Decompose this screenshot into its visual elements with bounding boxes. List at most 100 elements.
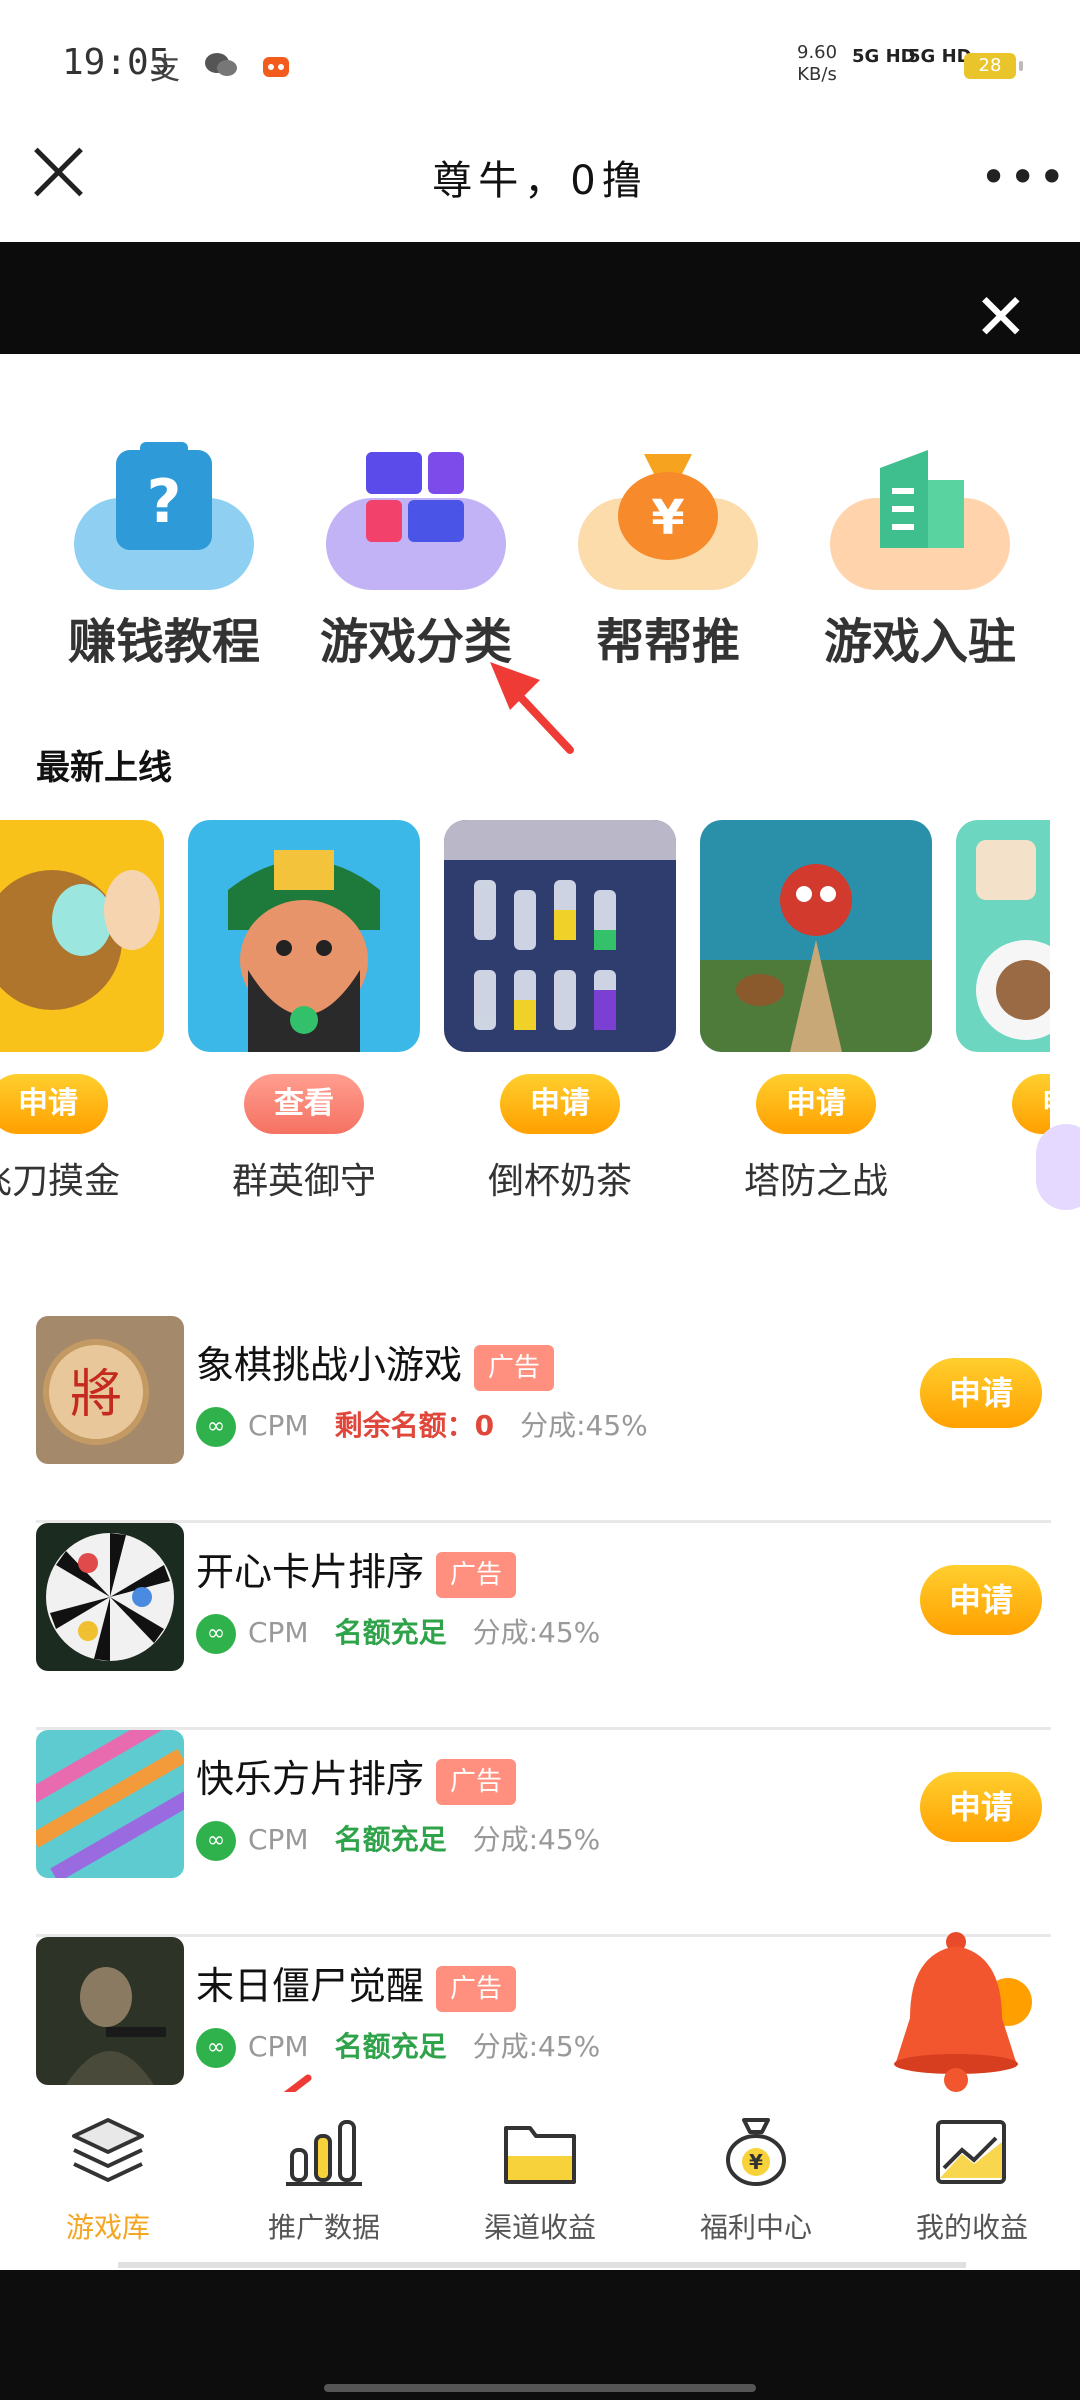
game-thumbnail — [0, 820, 164, 1052]
more-options-icon[interactable]: ••• — [980, 150, 1067, 204]
game-meta: ∞ CPM 剩余名额：0 分成:45% — [196, 1404, 648, 1447]
building-icon — [830, 440, 1010, 590]
money-bag-icon: ¥ — [578, 440, 758, 590]
ad-badge: 广告 — [436, 1758, 517, 1805]
game-thumbnail — [956, 820, 1050, 1052]
game-name: 群英御守 — [231, 1161, 376, 1202]
tab-underline — [118, 2262, 966, 2268]
quick-nav-label: 赚钱教程 — [67, 614, 260, 670]
quota-status: 名额充足 — [334, 1823, 447, 1856]
apply-button[interactable]: 申请 — [0, 1074, 108, 1134]
battery-icon: 28 — [964, 53, 1023, 79]
quick-nav-help-promote[interactable]: ¥ 帮帮推 — [568, 440, 768, 672]
revenue-share: 分成:45% — [520, 1409, 648, 1442]
bell-icon[interactable] — [890, 1928, 1040, 2098]
tab-channel-revenue[interactable]: 渠道收益 — [432, 2116, 648, 2246]
home-indicator[interactable] — [324, 2384, 756, 2392]
view-button[interactable]: 查看 — [244, 1074, 364, 1134]
folder-icon — [500, 2116, 580, 2188]
game-title: 开心卡片排序 广告 — [196, 1541, 517, 1598]
game-meta: ∞ CPM 名额充足 分成:45% — [196, 1611, 600, 1654]
game-title-text: 象棋挑战小游戏 — [196, 1343, 463, 1387]
system-navigation-bar — [0, 2270, 1080, 2400]
game-name: 飞刀摸金 — [0, 1161, 120, 1202]
floating-assistant-button[interactable] — [1036, 1124, 1080, 1210]
wechat-icon — [204, 52, 248, 87]
new-game-card[interactable]: 申请 飞刀摸金 — [0, 820, 164, 1204]
bottom-nav: 游戏库 推广数据 渠道收益 ¥ 福利中心 我的收益 — [0, 2092, 1080, 2270]
annotation-arrow-icon — [490, 662, 574, 754]
link-icon: ∞ — [196, 1614, 236, 1654]
bar-chart-icon — [284, 2116, 364, 2188]
quick-nav-tutorial[interactable]: ? 赚钱教程 — [64, 440, 264, 672]
tab-game-library[interactable]: 游戏库 — [0, 2116, 216, 2246]
game-title: 末日僵尸觉醒 广告 — [196, 1955, 517, 2012]
game-thumbnail — [700, 820, 932, 1052]
tab-label: 我的收益 — [915, 2211, 1028, 2244]
signal-1: 5G HD — [852, 46, 916, 67]
cpm-label: CPM — [248, 1823, 309, 1856]
game-thumbnail — [36, 1937, 184, 2085]
ad-badge: 广告 — [474, 1344, 555, 1391]
list-item[interactable]: 开心卡片排序 广告 ∞ CPM 名额充足 分成:45% 申请 — [36, 1523, 1051, 1730]
quick-nav-label: 游戏入驻 — [823, 614, 1016, 670]
apply-button[interactable]: 申请 — [1012, 1074, 1050, 1134]
banner-close-icon[interactable]: ✕ — [974, 286, 1028, 350]
apply-button[interactable]: 申请 — [920, 1772, 1042, 1842]
tab-label: 游戏库 — [65, 2211, 150, 2244]
ad-badge: 广告 — [436, 1965, 517, 2012]
net-speed-unit: KB/s — [797, 64, 837, 85]
link-icon: ∞ — [196, 2028, 236, 2068]
link-icon: ∞ — [196, 1407, 236, 1447]
signal-2: 5G HD — [908, 46, 972, 67]
new-game-card[interactable]: 申请 倒杯奶茶 — [444, 820, 676, 1204]
apply-button[interactable]: 申请 — [920, 1565, 1042, 1635]
net-speed: 9.60 KB/s — [797, 42, 837, 86]
quota-status: 剩余名额：0 — [334, 1409, 495, 1442]
section-title-new: 最新上线 — [36, 748, 172, 788]
game-meta: ∞ CPM 名额充足 分成:45% — [196, 1818, 600, 1861]
cpm-label: CPM — [248, 1409, 309, 1442]
list-item[interactable]: 快乐方片排序 广告 ∞ CPM 名额充足 分成:45% 申请 — [36, 1730, 1051, 1937]
revenue-share: 分成:45% — [472, 1823, 601, 1856]
new-games-carousel[interactable]: 申请 飞刀摸金 查看 群英御守 — [0, 820, 1050, 1220]
tab-label: 推广数据 — [267, 2211, 380, 2244]
layers-icon — [68, 2116, 148, 2188]
apply-button[interactable]: 申请 — [500, 1074, 620, 1134]
signal-1-label: 5G HD — [852, 46, 916, 67]
list-item[interactable]: 將 象棋挑战小游戏 广告 ∞ CPM 剩余名额：0 分成:45% 申请 — [36, 1316, 1051, 1523]
app-icon — [261, 52, 291, 87]
apply-button[interactable]: 申请 — [756, 1074, 876, 1134]
game-name: 塔防之战 — [743, 1161, 888, 1202]
cpm-label: CPM — [248, 1616, 309, 1649]
svg-text:¥: ¥ — [749, 2150, 763, 2174]
tab-label: 渠道收益 — [483, 2211, 596, 2244]
money-bag-icon: ¥ — [716, 2116, 796, 2188]
quick-nav-category[interactable]: 游戏分类 — [316, 440, 516, 672]
link-icon: ∞ — [196, 1821, 236, 1861]
game-thumbnail — [188, 820, 420, 1052]
question-box-icon: ? — [74, 440, 254, 590]
tab-my-earnings[interactable]: 我的收益 — [864, 2116, 1080, 2246]
game-title-text: 快乐方片排序 — [196, 1757, 425, 1801]
new-game-card[interactable]: 申请 塔防之战 — [700, 820, 932, 1204]
quota-status: 名额充足 — [334, 2030, 447, 2063]
cpm-label: CPM — [248, 2030, 309, 2063]
svg-text:¥: ¥ — [651, 490, 684, 546]
new-game-card[interactable]: 查看 群英御守 — [188, 820, 420, 1204]
trend-chart-icon — [932, 2116, 1012, 2188]
notification-icons: 支 — [150, 44, 305, 88]
status-bar: 19:05 支 9.60 KB/s 5G HD 5G HD 28 — [0, 0, 1080, 106]
tab-welfare-center[interactable]: ¥ 福利中心 — [648, 2116, 864, 2246]
page-title: 尊牛，0撸 — [432, 158, 648, 204]
game-title: 快乐方片排序 广告 — [196, 1748, 517, 1805]
game-title: 象棋挑战小游戏 广告 — [196, 1334, 555, 1391]
svg-text:將: 將 — [70, 1365, 122, 1425]
apply-button[interactable]: 申请 — [920, 1358, 1042, 1428]
quick-nav-game-entry[interactable]: 游戏入驻 — [820, 440, 1020, 672]
tab-promo-data[interactable]: 推广数据 — [216, 2116, 432, 2246]
quick-nav-label: 帮帮推 — [595, 614, 740, 670]
game-thumbnail — [36, 1730, 184, 1878]
game-name: 倒杯奶茶 — [487, 1161, 632, 1202]
quota-status: 名额充足 — [334, 1616, 447, 1649]
